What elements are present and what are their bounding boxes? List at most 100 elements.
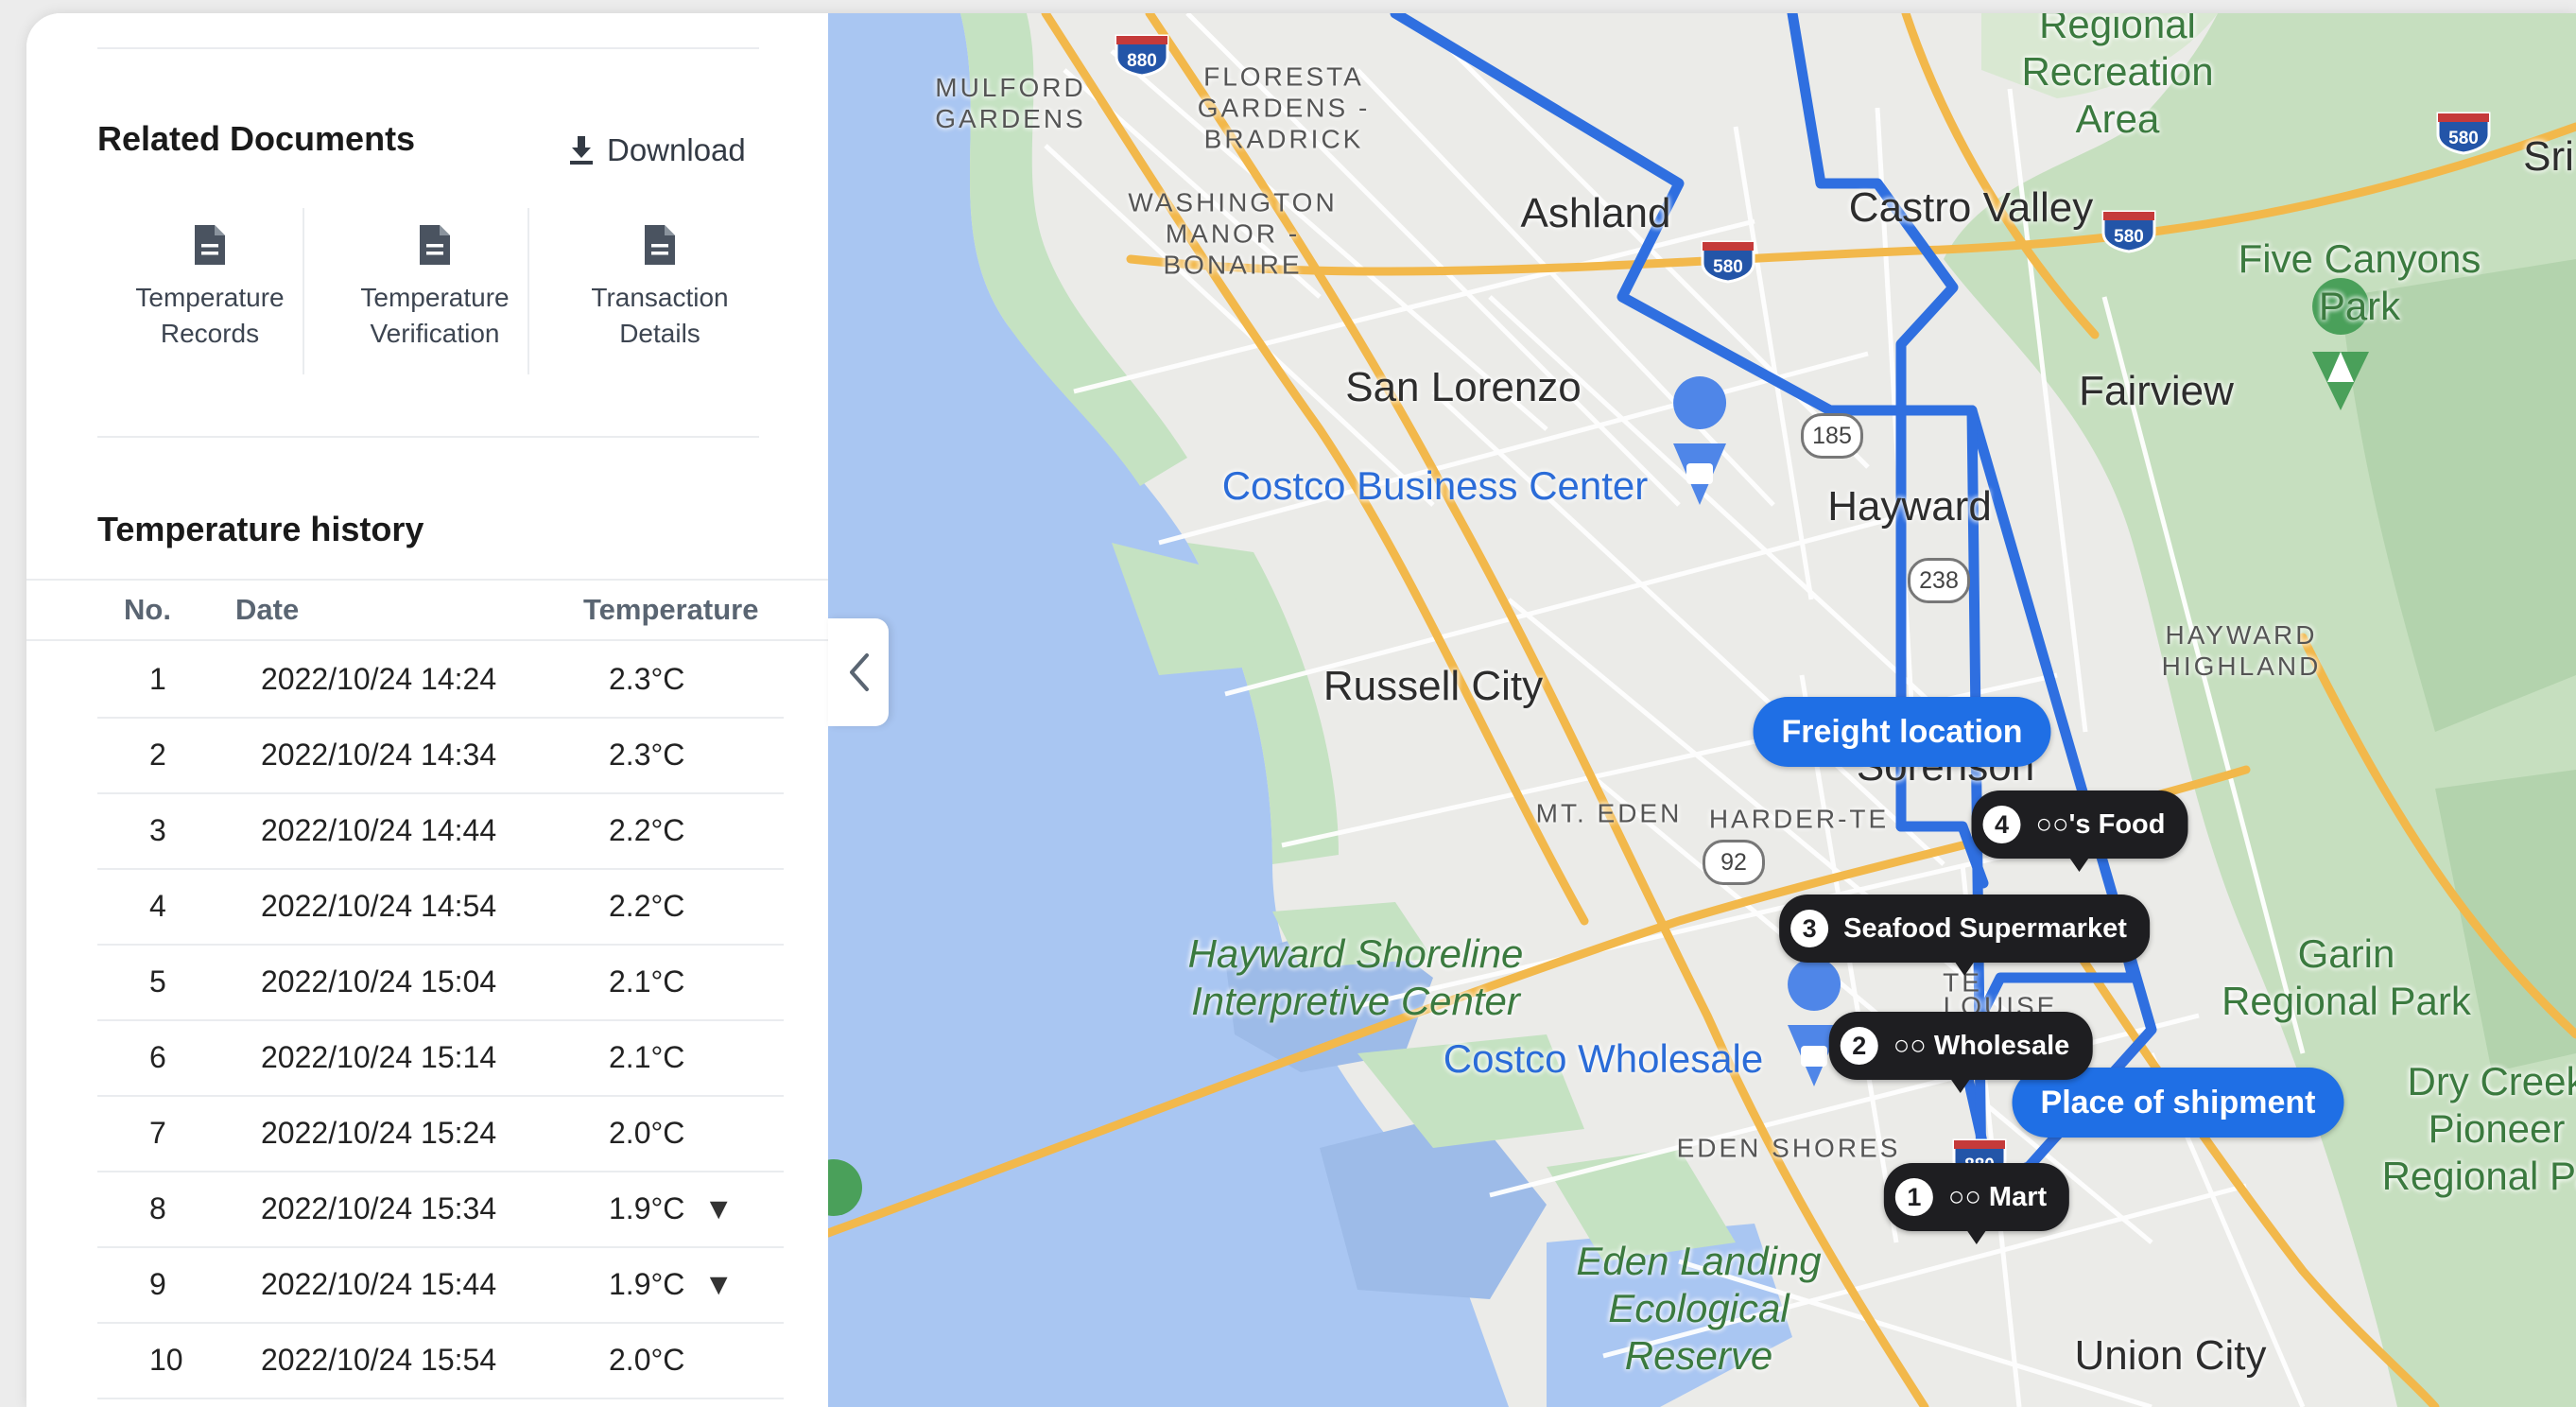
column-header-no: No.: [124, 593, 171, 626]
row-temperature: 2.2°C: [609, 792, 703, 868]
place-label: Fairview: [2079, 368, 2234, 414]
document-transaction-details[interactable]: Transaction Details: [547, 202, 772, 373]
map-base: [828, 13, 2576, 1407]
row-date: 2022/10/24 15:34: [261, 1191, 497, 1225]
document-label: Temperature Records: [135, 283, 285, 348]
row-temperature: 2.1°C: [609, 944, 703, 1019]
table-row: 9 2022/10/24 15:44 1.9°C ▼: [97, 1246, 784, 1324]
shield-number: 580: [1713, 257, 1743, 277]
temperature-history-title: Temperature history: [97, 510, 424, 548]
stop-number: 2: [1840, 1027, 1878, 1065]
table-row: 3 2022/10/24 14:44 2.2°C: [97, 792, 784, 870]
temperature-value: 2.0°C: [609, 1343, 685, 1377]
interstate-shield: 580: [1697, 238, 1759, 284]
divider: [97, 47, 759, 49]
row-temperature: 2.0°C: [609, 1322, 703, 1398]
stop-marker-3[interactable]: 3 Seafood Supermarket: [1779, 895, 2150, 976]
shipment-detail-card: Related Documents Download Temperature R…: [26, 13, 2576, 1407]
place-label: FLORESTA GARDENS - BRADRICK: [1197, 61, 1371, 154]
place-label: HARDER-TE: [1708, 804, 1890, 834]
row-date: 2022/10/24 14:24: [261, 662, 497, 696]
sidebar-panel: Related Documents Download Temperature R…: [26, 13, 828, 1407]
temperature-value: 1.9°C: [609, 1267, 685, 1301]
interstate-shield: 580: [2098, 208, 2160, 253]
download-label: Download: [607, 132, 746, 167]
place-label: Costco Business Center: [1221, 463, 1649, 508]
stop-name: ○○ Mart: [1947, 1181, 2048, 1212]
chevron-left-icon: [850, 653, 869, 691]
row-number: 3: [149, 813, 166, 847]
place-label: EDEN SHORES: [1676, 1133, 1901, 1163]
place-label: MT. EDEN: [1535, 798, 1683, 828]
table-row: 6 2022/10/24 15:14 2.1°C: [97, 1019, 784, 1097]
row-temperature: 2.3°C: [609, 717, 703, 792]
document-icon: [195, 225, 225, 265]
temperature-value: 1.9°C: [609, 1191, 685, 1225]
document-label: Temperature Verification: [360, 283, 510, 348]
column-header-date: Date: [235, 593, 300, 626]
row-temperature: 1.9°C ▼: [609, 1246, 734, 1322]
temperature-value: 2.0°C: [609, 1116, 685, 1150]
interstate-shield: 880: [1111, 32, 1173, 78]
document-temperature-verification[interactable]: Temperature Verification: [322, 202, 547, 373]
state-route-marker: 238: [1908, 558, 1970, 603]
row-date: 2022/10/24 15:54: [261, 1343, 497, 1377]
table-row: 2 2022/10/24 14:34 2.3°C: [97, 717, 784, 794]
row-number: 7: [149, 1116, 166, 1150]
document-icon: [645, 225, 675, 265]
place-label: Castro Valley: [1848, 184, 2094, 231]
place-label: Hayward Shoreline Interpretive Center: [1187, 931, 1524, 1023]
related-documents-title: Related Documents: [97, 119, 416, 158]
row-number: 4: [149, 889, 166, 923]
stop-marker-2[interactable]: 2 ○○ Wholesale: [1828, 1012, 2093, 1093]
freight-location-marker[interactable]: Freight location: [1753, 697, 2051, 767]
row-temperature: 2.0°C: [609, 1095, 703, 1171]
stop-marker-1[interactable]: 1 ○○ Mart: [1883, 1163, 2070, 1244]
place-label: WASHINGTON MANOR - BONAIRE: [1128, 187, 1338, 280]
table-row: 7 2022/10/24 15:24 2.0°C: [97, 1095, 784, 1172]
row-date: 2022/10/24 15:04: [261, 964, 497, 999]
row-date: 2022/10/24 14:54: [261, 889, 497, 923]
download-button[interactable]: Download: [567, 117, 746, 183]
download-icon: [570, 136, 593, 165]
place-label: Sri: [2523, 133, 2574, 180]
column-header-temperature: Temperature: [583, 593, 759, 626]
place-label: HAYWARD HIGHLAND: [2161, 620, 2322, 681]
row-date: 2022/10/24 15:24: [261, 1116, 497, 1150]
temperature-value: 2.2°C: [609, 889, 685, 923]
collapse-sidebar-button[interactable]: [828, 618, 889, 726]
stop-name: ○○ Wholesale: [1893, 1030, 2070, 1061]
stop-marker-4[interactable]: 4 ○○'s Food: [1971, 790, 2188, 872]
table-row: 5 2022/10/24 15:04 2.1°C: [97, 944, 784, 1021]
place-label: Ashland: [1520, 190, 1671, 236]
row-date: 2022/10/24 15:14: [261, 1040, 497, 1074]
table-row: 8 2022/10/24 15:34 1.9°C ▼: [97, 1171, 784, 1248]
place-label: Union City: [2074, 1332, 2267, 1379]
document-temperature-records[interactable]: Temperature Records: [97, 202, 322, 373]
route-map[interactable]: MULFORD GARDENS FLORESTA GARDENS - BRADR…: [828, 13, 2576, 1407]
place-label: Russell City: [1323, 663, 1544, 709]
down-arrow-icon: ▼: [703, 1191, 735, 1225]
table-row: 1 2022/10/24 14:24 2.3°C: [97, 641, 784, 719]
row-number: 5: [149, 964, 166, 999]
row-date: 2022/10/24 14:34: [261, 738, 497, 772]
row-number: 6: [149, 1040, 166, 1074]
row-temperature: 2.1°C: [609, 1019, 703, 1095]
place-label: Eden Landing Ecological Reserve: [1576, 1239, 1822, 1378]
temperature-value: 2.2°C: [609, 813, 685, 847]
row-date: 2022/10/24 14:44: [261, 813, 497, 847]
divider: [303, 208, 304, 374]
document-label: Transaction Details: [591, 283, 729, 348]
divider: [97, 436, 759, 438]
row-number: 8: [149, 1191, 166, 1225]
place-label: MULFORD GARDENS: [935, 73, 1086, 133]
place-label: Five Canyons Park: [2238, 236, 2481, 328]
state-route-marker: 185: [1801, 413, 1863, 459]
down-arrow-icon: ▼: [703, 1267, 735, 1301]
shield-number: 880: [1127, 51, 1157, 71]
place-label: San Lorenzo: [1345, 364, 1582, 410]
row-number: 1: [149, 662, 166, 696]
table-row: 10 2022/10/24 15:54 2.0°C: [97, 1322, 784, 1399]
row-date: 2022/10/24 15:44: [261, 1267, 497, 1301]
place-label: Dry Creek Pioneer Regional Par: [2381, 1059, 2576, 1198]
